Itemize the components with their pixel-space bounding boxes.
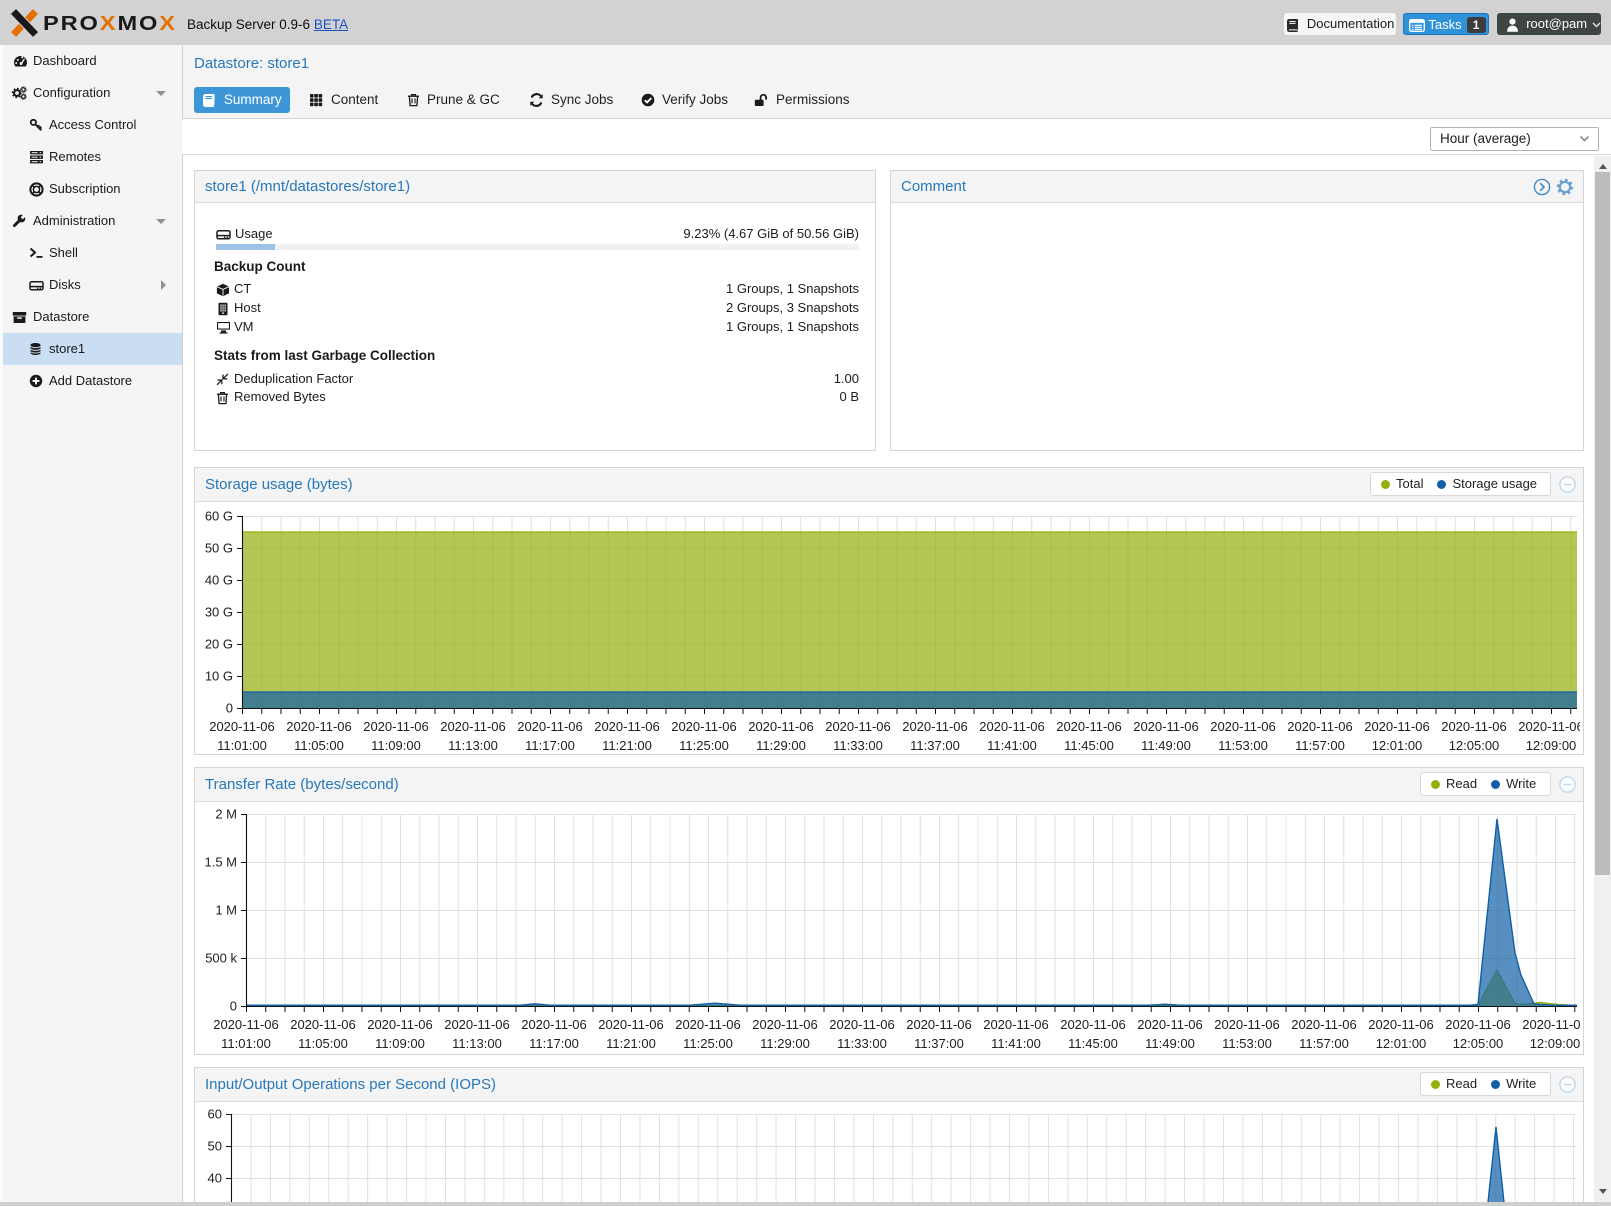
svg-text:11:05:00: 11:05:00 bbox=[294, 738, 344, 753]
svg-text:2020-11-06: 2020-11-06 bbox=[594, 719, 660, 734]
svg-text:11:53:00: 11:53:00 bbox=[1218, 738, 1268, 753]
svg-text:11:25:00: 11:25:00 bbox=[683, 1036, 733, 1051]
svg-text:2020-11-06: 2020-11-06 bbox=[829, 1017, 895, 1032]
svg-text:40 G: 40 G bbox=[205, 573, 233, 588]
svg-text:2020-11-06: 2020-11-06 bbox=[1518, 719, 1580, 734]
svg-text:11:49:00: 11:49:00 bbox=[1141, 738, 1191, 753]
svg-text:2020-11-06: 2020-11-06 bbox=[752, 1017, 818, 1032]
svg-text:2020-11-06: 2020-11-06 bbox=[1291, 1017, 1357, 1032]
svg-text:2020-11-06: 2020-11-06 bbox=[521, 1017, 587, 1032]
svg-text:2020-11-06: 2020-11-06 bbox=[213, 1017, 279, 1032]
svg-text:60: 60 bbox=[208, 1107, 222, 1122]
svg-text:2020-11-06: 2020-11-06 bbox=[1441, 719, 1507, 734]
svg-text:2020-11-06: 2020-11-06 bbox=[517, 719, 583, 734]
svg-text:11:57:00: 11:57:00 bbox=[1299, 1036, 1349, 1051]
svg-text:2020-11-06: 2020-11-06 bbox=[748, 719, 814, 734]
svg-text:2020-11-06: 2020-11-06 bbox=[1060, 1017, 1126, 1032]
svg-text:11:17:00: 11:17:00 bbox=[525, 738, 575, 753]
svg-text:11:01:00: 11:01:00 bbox=[217, 738, 267, 753]
svg-text:11:01:00: 11:01:00 bbox=[221, 1036, 271, 1051]
svg-text:2020-11-06: 2020-11-06 bbox=[1056, 719, 1122, 734]
svg-text:2020-11-06: 2020-11-06 bbox=[983, 1017, 1049, 1032]
svg-text:50 G: 50 G bbox=[205, 541, 233, 556]
svg-text:2020-11-06: 2020-11-06 bbox=[825, 719, 891, 734]
svg-text:40: 40 bbox=[208, 1171, 222, 1186]
svg-text:50: 50 bbox=[208, 1139, 222, 1154]
svg-text:2020-11-06: 2020-11-06 bbox=[1133, 719, 1199, 734]
svg-text:12:01:00: 12:01:00 bbox=[1376, 1036, 1427, 1051]
svg-text:20 G: 20 G bbox=[205, 637, 233, 652]
svg-text:11:49:00: 11:49:00 bbox=[1145, 1036, 1195, 1051]
svg-text:2020-11-06: 2020-11-06 bbox=[363, 719, 429, 734]
svg-text:2020-11-06: 2020-11-06 bbox=[440, 719, 506, 734]
svg-text:2020-11-06: 2020-11-06 bbox=[1522, 1017, 1580, 1032]
svg-text:2020-11-06: 2020-11-06 bbox=[906, 1017, 972, 1032]
svg-text:0: 0 bbox=[226, 701, 233, 716]
svg-text:2020-11-06: 2020-11-06 bbox=[209, 719, 275, 734]
svg-text:2020-11-06: 2020-11-06 bbox=[1137, 1017, 1203, 1032]
svg-text:11:41:00: 11:41:00 bbox=[987, 738, 1037, 753]
svg-text:11:21:00: 11:21:00 bbox=[606, 1036, 656, 1051]
svg-text:11:13:00: 11:13:00 bbox=[452, 1036, 502, 1051]
svg-text:2020-11-06: 2020-11-06 bbox=[1445, 1017, 1511, 1032]
svg-text:2020-11-06: 2020-11-06 bbox=[1364, 719, 1430, 734]
svg-text:11:33:00: 11:33:00 bbox=[837, 1036, 887, 1051]
svg-text:11:09:00: 11:09:00 bbox=[375, 1036, 425, 1051]
svg-text:11:13:00: 11:13:00 bbox=[448, 738, 498, 753]
svg-text:2020-11-06: 2020-11-06 bbox=[1214, 1017, 1280, 1032]
svg-text:12:05:00: 12:05:00 bbox=[1453, 1036, 1504, 1051]
svg-text:11:05:00: 11:05:00 bbox=[298, 1036, 348, 1051]
svg-text:2020-11-06: 2020-11-06 bbox=[671, 719, 737, 734]
svg-text:2020-11-06: 2020-11-06 bbox=[1368, 1017, 1434, 1032]
svg-text:11:09:00: 11:09:00 bbox=[371, 738, 421, 753]
svg-text:2 M: 2 M bbox=[215, 807, 237, 822]
svg-text:2020-11-06: 2020-11-06 bbox=[675, 1017, 741, 1032]
svg-text:11:21:00: 11:21:00 bbox=[602, 738, 652, 753]
svg-text:12:09:00: 12:09:00 bbox=[1526, 738, 1577, 753]
svg-text:11:45:00: 11:45:00 bbox=[1068, 1036, 1118, 1051]
svg-text:60 G: 60 G bbox=[205, 509, 233, 524]
svg-text:1 M: 1 M bbox=[215, 903, 237, 918]
svg-text:30 G: 30 G bbox=[205, 605, 233, 620]
svg-text:11:45:00: 11:45:00 bbox=[1064, 738, 1114, 753]
svg-text:11:37:00: 11:37:00 bbox=[914, 1036, 964, 1051]
svg-text:2020-11-06: 2020-11-06 bbox=[286, 719, 352, 734]
svg-text:1.5 M: 1.5 M bbox=[204, 855, 237, 870]
svg-text:11:25:00: 11:25:00 bbox=[679, 738, 729, 753]
svg-text:2020-11-06: 2020-11-06 bbox=[902, 719, 968, 734]
svg-text:2020-11-06: 2020-11-06 bbox=[1287, 719, 1353, 734]
svg-text:12:09:00: 12:09:00 bbox=[1530, 1036, 1580, 1051]
svg-text:11:33:00: 11:33:00 bbox=[833, 738, 883, 753]
svg-text:2020-11-06: 2020-11-06 bbox=[979, 719, 1045, 734]
svg-text:12:05:00: 12:05:00 bbox=[1449, 738, 1500, 753]
svg-text:2020-11-06: 2020-11-06 bbox=[290, 1017, 356, 1032]
svg-text:2020-11-06: 2020-11-06 bbox=[1210, 719, 1276, 734]
svg-text:2020-11-06: 2020-11-06 bbox=[598, 1017, 664, 1032]
svg-text:11:29:00: 11:29:00 bbox=[756, 738, 806, 753]
svg-text:11:57:00: 11:57:00 bbox=[1295, 738, 1345, 753]
svg-text:11:17:00: 11:17:00 bbox=[529, 1036, 579, 1051]
svg-text:2020-11-06: 2020-11-06 bbox=[444, 1017, 510, 1032]
svg-text:11:41:00: 11:41:00 bbox=[991, 1036, 1041, 1051]
svg-text:2020-11-06: 2020-11-06 bbox=[367, 1017, 433, 1032]
svg-text:12:01:00: 12:01:00 bbox=[1372, 738, 1423, 753]
svg-text:11:53:00: 11:53:00 bbox=[1222, 1036, 1272, 1051]
svg-text:500 k: 500 k bbox=[205, 951, 237, 966]
svg-text:11:29:00: 11:29:00 bbox=[760, 1036, 810, 1051]
svg-text:10 G: 10 G bbox=[205, 669, 233, 684]
svg-text:11:37:00: 11:37:00 bbox=[910, 738, 960, 753]
svg-text:0: 0 bbox=[230, 999, 237, 1014]
